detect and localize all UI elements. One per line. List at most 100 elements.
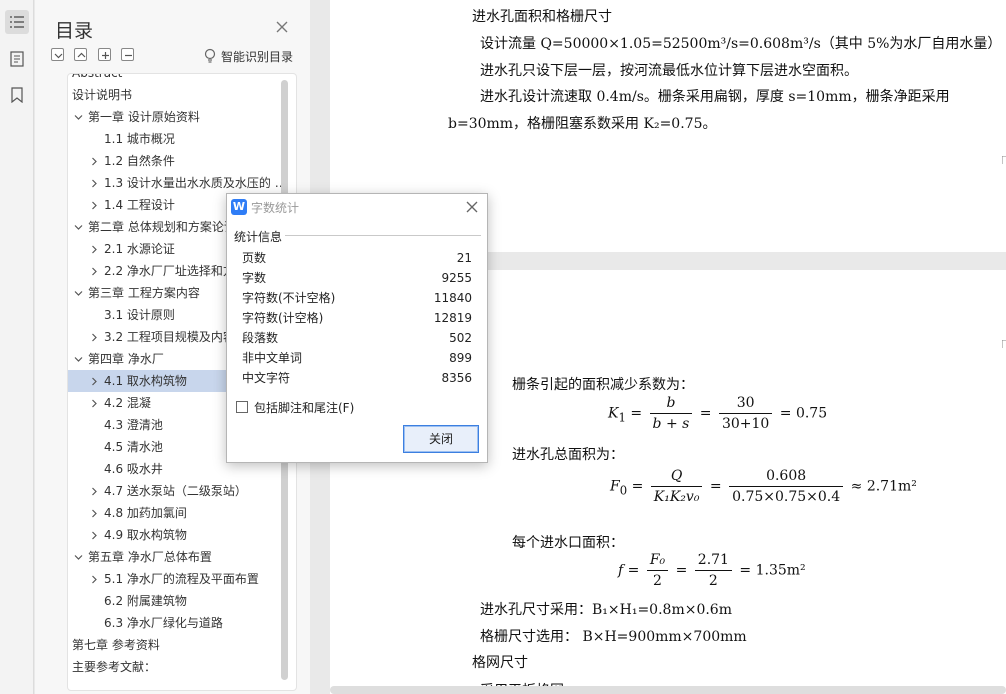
add-heading-icon[interactable] [98,48,111,61]
outline-item[interactable]: 1.2 自然条件 [68,150,278,172]
chevron-down-icon[interactable] [74,113,83,122]
outline-item-label: 6.2 附属建筑物 [104,594,187,608]
outline-item-label: 4.6 吸水井 [104,462,163,476]
outline-item-label: 6.3 净水厂绿化与道路 [104,616,223,630]
doc-paragraph: 格栅尺寸选用： B×H=900mm×700mm [480,629,747,645]
chevron-right-icon[interactable] [90,487,99,496]
stat-label: 段落数 [242,331,279,345]
chevron-right-icon[interactable] [90,399,99,408]
toc-icon[interactable] [5,10,29,34]
outline-item[interactable]: 4.9 取水构筑物 [68,524,278,546]
doc-paragraph: 栅条引起的面积减少系数为： [512,377,694,393]
word-count-dialog: W 字数统计 统计信息 页数 21 字数 9255 字符数(不计空格) 11840 字符数(… [226,193,488,463]
chevron-down-icon[interactable] [74,289,83,298]
outline-item-label: Abstract [72,73,123,80]
expand-up-icon[interactable] [74,48,87,61]
formula-numerator: F₀ [646,552,669,571]
outline-item-label: 4.2 混凝 [104,396,151,410]
outline-item[interactable]: 第一章 设计原始资料 [68,106,278,128]
outline-item[interactable]: 6.3 净水厂绿化与道路 [68,612,278,634]
doc-paragraph: 每个进水口面积： [512,535,624,551]
chevron-right-icon[interactable] [90,245,99,254]
outline-item[interactable]: 第五章 净水厂总体布置 [68,546,278,568]
stat-value: 502 [449,331,472,345]
bookmark-icon[interactable] [5,83,29,107]
chevron-right-icon[interactable] [90,509,99,518]
outline-item[interactable]: 4.8 加药加氯间 [68,502,278,524]
horizontal-scrollbar[interactable] [330,686,1006,694]
outline-item[interactable]: 4.7 送水泵站（二级泵站） [68,480,278,502]
stat-value: 12819 [433,311,472,325]
chevron-right-icon[interactable] [90,267,99,276]
page-corner-mark [1002,340,1006,348]
remove-heading-icon[interactable] [121,48,134,61]
formula-f0: F0 = Q K₁K₂v₀ = 0.608 0.75×0.75×0.4 ≈ 2.71… [610,468,917,505]
formula-denominator: 0.75×0.75×0.4 [732,489,841,505]
outline-item[interactable]: 6.2 附属建筑物 [68,590,278,612]
chevron-right-icon[interactable] [90,377,99,386]
outline-item-label: 第二章 总体规划和方案论证 [88,220,236,234]
outline-item[interactable]: 5.1 净水厂的流程及平面布置 [68,568,278,590]
include-footnotes-label: 包括脚注和尾注(F) [254,401,355,415]
chevron-down-icon[interactable] [74,355,83,364]
formula-numerator: Q [650,468,703,487]
stat-label: 字数 [242,271,267,285]
stat-label: 中文字符 [242,371,291,385]
outline-item-label: 4.9 取水构筑物 [104,528,187,542]
formula-symbol: f [618,562,624,579]
outline-item[interactable]: 1.3 设计水量出水水质及水压的 … [68,172,287,194]
outline-item[interactable]: Abstract [68,73,278,84]
outline-item-label: 设计说明书 [72,88,133,102]
doc-paragraph: 设计流量 Q=50000×1.05=52500m³/s=0.608m³/s（其中… [480,36,1002,52]
chevron-right-icon[interactable] [90,531,99,540]
outline-item[interactable]: 第七章 参考资料 [68,634,278,656]
outline-item-label: 4.7 送水泵站（二级泵站） [104,484,247,498]
formula-symbol: K [608,405,619,422]
chevron-right-icon[interactable] [90,157,99,166]
collapse-all-icon[interactable] [51,48,64,61]
outline-item-label: 1.1 城市概况 [104,132,175,146]
document-icon[interactable] [5,47,29,71]
lightbulb-icon [203,48,217,67]
outline-item-label: 2.1 水源论证 [104,242,175,256]
doc-heading: 格网尺寸 [472,655,528,671]
formula-result: 1.35m² [755,562,806,579]
outline-item-label: 第五章 净水厂总体布置 [88,550,212,564]
doc-paragraph: 进水孔总面积为： [512,447,624,463]
close-icon[interactable] [275,20,289,34]
close-icon[interactable] [465,200,479,214]
outline-item-label: 第三章 工程方案内容 [88,286,200,300]
chevron-down-icon[interactable] [74,223,83,232]
formula-numerator: 0.608 [729,468,844,487]
outline-item[interactable]: 1.1 城市概况 [68,128,278,150]
formula-k1: K1 = bb + s = 30 30+10 = 0.75 [608,395,828,432]
outline-item-label: 5.1 净水厂的流程及平面布置 [104,572,259,586]
chevron-right-icon[interactable] [90,201,99,210]
stat-value: 8356 [441,371,472,385]
chevron-right-icon[interactable] [90,179,99,188]
stats-section-label: 统计信息 [234,230,283,244]
formula-result: 2.71m² [866,478,917,495]
stat-value: 899 [449,351,472,365]
stat-row: 非中文单词 899 [242,348,472,368]
outline-item-label: 1.4 工程设计 [104,198,175,212]
formula-denominator: 2 [653,573,662,589]
include-footnotes-checkbox[interactable] [236,401,248,413]
stat-label: 字符数(计空格) [242,311,324,325]
chevron-right-icon[interactable] [90,575,99,584]
outline-item-label: 4.8 加药加氯间 [104,506,187,520]
chevron-right-icon[interactable] [90,333,99,342]
formula-numerator: b [649,395,693,414]
stat-row: 字数 9255 [242,268,472,288]
outline-item[interactable]: 设计说明书 [68,84,278,106]
stat-value: 11840 [433,291,472,305]
outline-item[interactable]: 主要参考文献： [68,656,278,678]
outline-item-label: 主要参考文献： [72,660,157,674]
stat-row: 字符数(不计空格) 11840 [242,288,472,308]
formula-denominator: K₁K₂v₀ [653,489,700,505]
formula-result: 0.75 [795,405,828,422]
stat-row: 字符数(计空格) 12819 [242,308,472,328]
section-divider [285,235,481,236]
chevron-down-icon[interactable] [74,553,83,562]
close-button[interactable]: 关闭 [403,425,479,453]
